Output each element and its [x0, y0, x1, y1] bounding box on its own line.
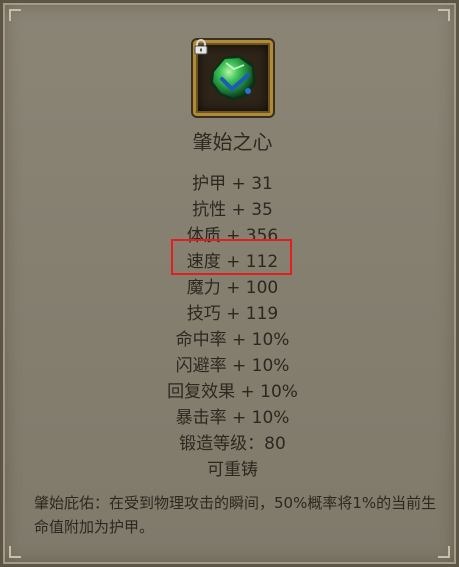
- highlight-box: [171, 239, 292, 275]
- item-tooltip-panel: 肇始之心 护甲 + 31 抗性 + 35 体质 + 356 速度 + 112 魔…: [0, 0, 459, 567]
- stat-forge-level: 锻造等级：80: [179, 434, 286, 454]
- corner-ornament: [438, 546, 450, 558]
- stat-recovery: 回复效果 + 10%: [167, 382, 298, 402]
- stat-skill: 技巧 + 119: [186, 304, 279, 324]
- lock-icon: [194, 39, 208, 55]
- item-description: 肇始庇佑：在受到物理攻击的瞬间，50%概率将1%的当前生命值附加为护甲。: [34, 494, 437, 536]
- stat-reforgeable: 可重铸: [207, 460, 258, 480]
- stat-resistance: 抗性 + 35: [192, 200, 273, 220]
- stat-armor: 护甲 + 31: [192, 174, 273, 194]
- stat-dodge-rate: 闪避率 + 10%: [175, 356, 290, 376]
- stat-magic: 魔力 + 100: [186, 278, 279, 298]
- corner-ornament: [9, 546, 21, 558]
- stat-crit-rate: 暴击率 + 10%: [175, 408, 290, 428]
- corner-ornament: [438, 9, 450, 21]
- stat-list: 护甲 + 31 抗性 + 35 体质 + 356 速度 + 112 魔力 + 1…: [3, 171, 459, 483]
- stat-hit-rate: 命中率 + 10%: [175, 330, 290, 350]
- item-name: 肇始之心: [192, 130, 273, 154]
- green-gem-icon: [210, 55, 256, 101]
- corner-ornament: [9, 9, 21, 21]
